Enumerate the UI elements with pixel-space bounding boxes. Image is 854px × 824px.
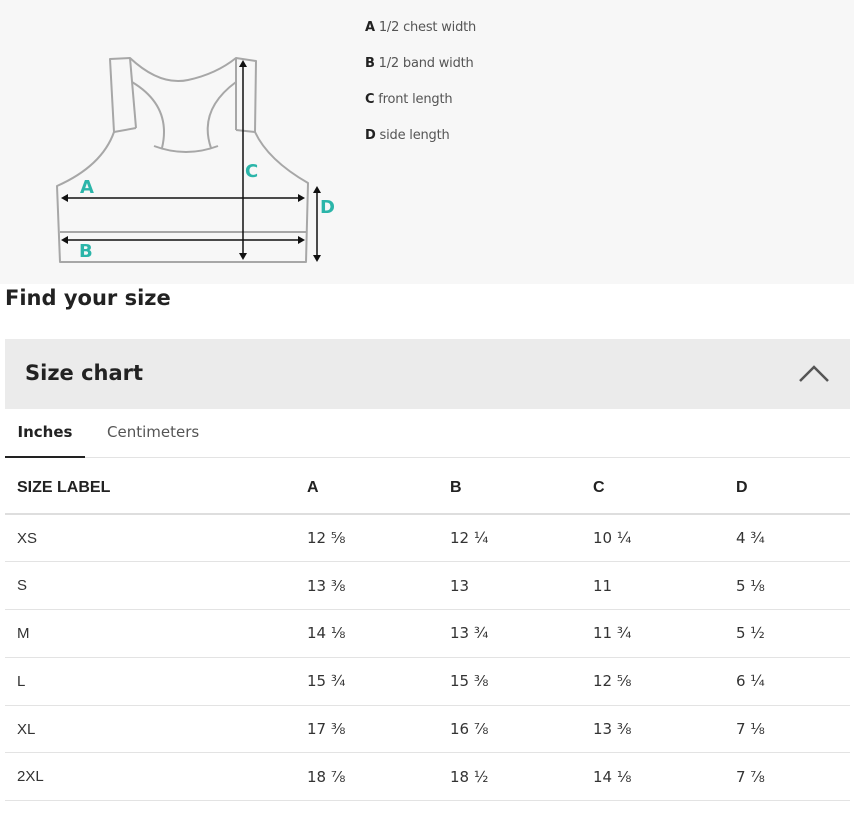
measure-b-cell: 12 ¼ <box>438 514 581 563</box>
measure-d-cell: 6 ¼ <box>724 657 850 706</box>
legend-key: C <box>365 92 375 107</box>
measure-d-cell: 7 ⅛ <box>724 705 850 754</box>
legend-key: B <box>365 56 375 71</box>
column-header-d: D <box>724 463 850 515</box>
legend-key: A <box>365 20 375 35</box>
size-label-cell: XL <box>5 705 295 754</box>
chevron-up-icon[interactable] <box>798 363 830 383</box>
size-label-cell: XS <box>5 514 295 563</box>
measure-b-cell: 16 ⅞ <box>438 705 581 754</box>
measure-c-cell: 14 ⅛ <box>581 752 724 802</box>
legend-text: 1/2 chest width <box>378 20 477 35</box>
legend-text: side length <box>379 128 450 143</box>
legend-item-a: A 1/2 chest width <box>365 18 476 54</box>
diagram-label-b: B <box>79 241 93 262</box>
measure-b-cell: 13 ¾ <box>438 609 581 658</box>
column-header-size-label: SIZE LABEL <box>5 463 295 515</box>
legend-key: D <box>365 128 376 143</box>
table-row: S 13 ⅜ 13 11 5 ⅛ <box>5 561 850 611</box>
measure-c-cell: 10 ¼ <box>581 514 724 563</box>
measure-a-cell: 12 ⅝ <box>295 514 438 563</box>
table-row: L 15 ¾ 15 ⅜ 12 ⅝ 6 ¼ <box>5 657 850 706</box>
measure-c-cell: 11 ¾ <box>581 609 724 658</box>
table-row: XS 12 ⅝ 12 ¼ 10 ¼ 4 ¾ <box>5 514 850 563</box>
legend-item-c: C front length <box>365 90 476 126</box>
find-your-size-heading: Find your size <box>5 286 171 310</box>
measure-c-cell: 11 <box>581 561 724 611</box>
column-header-a: A <box>295 463 438 515</box>
measure-a-cell: 13 ⅜ <box>295 561 438 611</box>
legend-item-b: B 1/2 band width <box>365 54 476 90</box>
measure-a-cell: 15 ¾ <box>295 657 438 706</box>
table-row: M 14 ⅛ 13 ¾ 11 ¾ 5 ½ <box>5 609 850 658</box>
tab-centimeters[interactable]: Centimeters <box>107 409 199 458</box>
sports-bra-diagram: A B C D <box>56 57 335 263</box>
legend-text: 1/2 band width <box>378 56 474 71</box>
measure-b-cell: 18 ½ <box>438 752 581 802</box>
size-chart-title: Size chart <box>25 361 144 385</box>
unit-tabs: Inches Centimeters <box>5 409 850 458</box>
measure-b-cell: 13 <box>438 561 581 611</box>
column-header-c: C <box>581 463 724 515</box>
diagram-label-c: C <box>245 161 258 182</box>
measure-c-cell: 12 ⅝ <box>581 657 724 706</box>
measure-a-cell: 18 ⅞ <box>295 752 438 802</box>
measure-c-cell: 13 ⅜ <box>581 705 724 754</box>
measure-d-cell: 7 ⅞ <box>724 752 850 802</box>
legend-text: front length <box>378 92 453 107</box>
size-label-cell: S <box>5 561 295 611</box>
legend-item-d: D side length <box>365 126 476 162</box>
size-label-cell: M <box>5 609 295 658</box>
size-label-cell: 2XL <box>5 752 295 802</box>
diagram-label-a: A <box>80 177 94 198</box>
measurement-diagram-panel: A B C D A 1/2 chest width B 1/2 band wid… <box>0 0 854 284</box>
diagram-label-d: D <box>320 197 335 218</box>
measure-d-cell: 4 ¾ <box>724 514 850 563</box>
measure-a-cell: 14 ⅛ <box>295 609 438 658</box>
measure-b-cell: 15 ⅜ <box>438 657 581 706</box>
table-row: 2XL 18 ⅞ 18 ½ 14 ⅛ 7 ⅞ <box>5 752 850 802</box>
measure-d-cell: 5 ⅛ <box>724 561 850 611</box>
measure-d-cell: 5 ½ <box>724 609 850 658</box>
tab-inches[interactable]: Inches <box>5 409 85 458</box>
size-chart-accordion-header[interactable]: Size chart <box>5 339 850 409</box>
column-header-b: B <box>438 463 581 515</box>
size-chart-table: SIZE LABEL A B C D XS 12 ⅝ 12 ¼ 10 ¼ 4 ¾… <box>5 463 850 802</box>
measurement-legend: A 1/2 chest width B 1/2 band width C fro… <box>365 18 476 162</box>
size-label-cell: L <box>5 657 295 706</box>
table-header-row: SIZE LABEL A B C D <box>5 463 850 515</box>
table-row: XL 17 ⅜ 16 ⅞ 13 ⅜ 7 ⅛ <box>5 705 850 754</box>
measure-a-cell: 17 ⅜ <box>295 705 438 754</box>
